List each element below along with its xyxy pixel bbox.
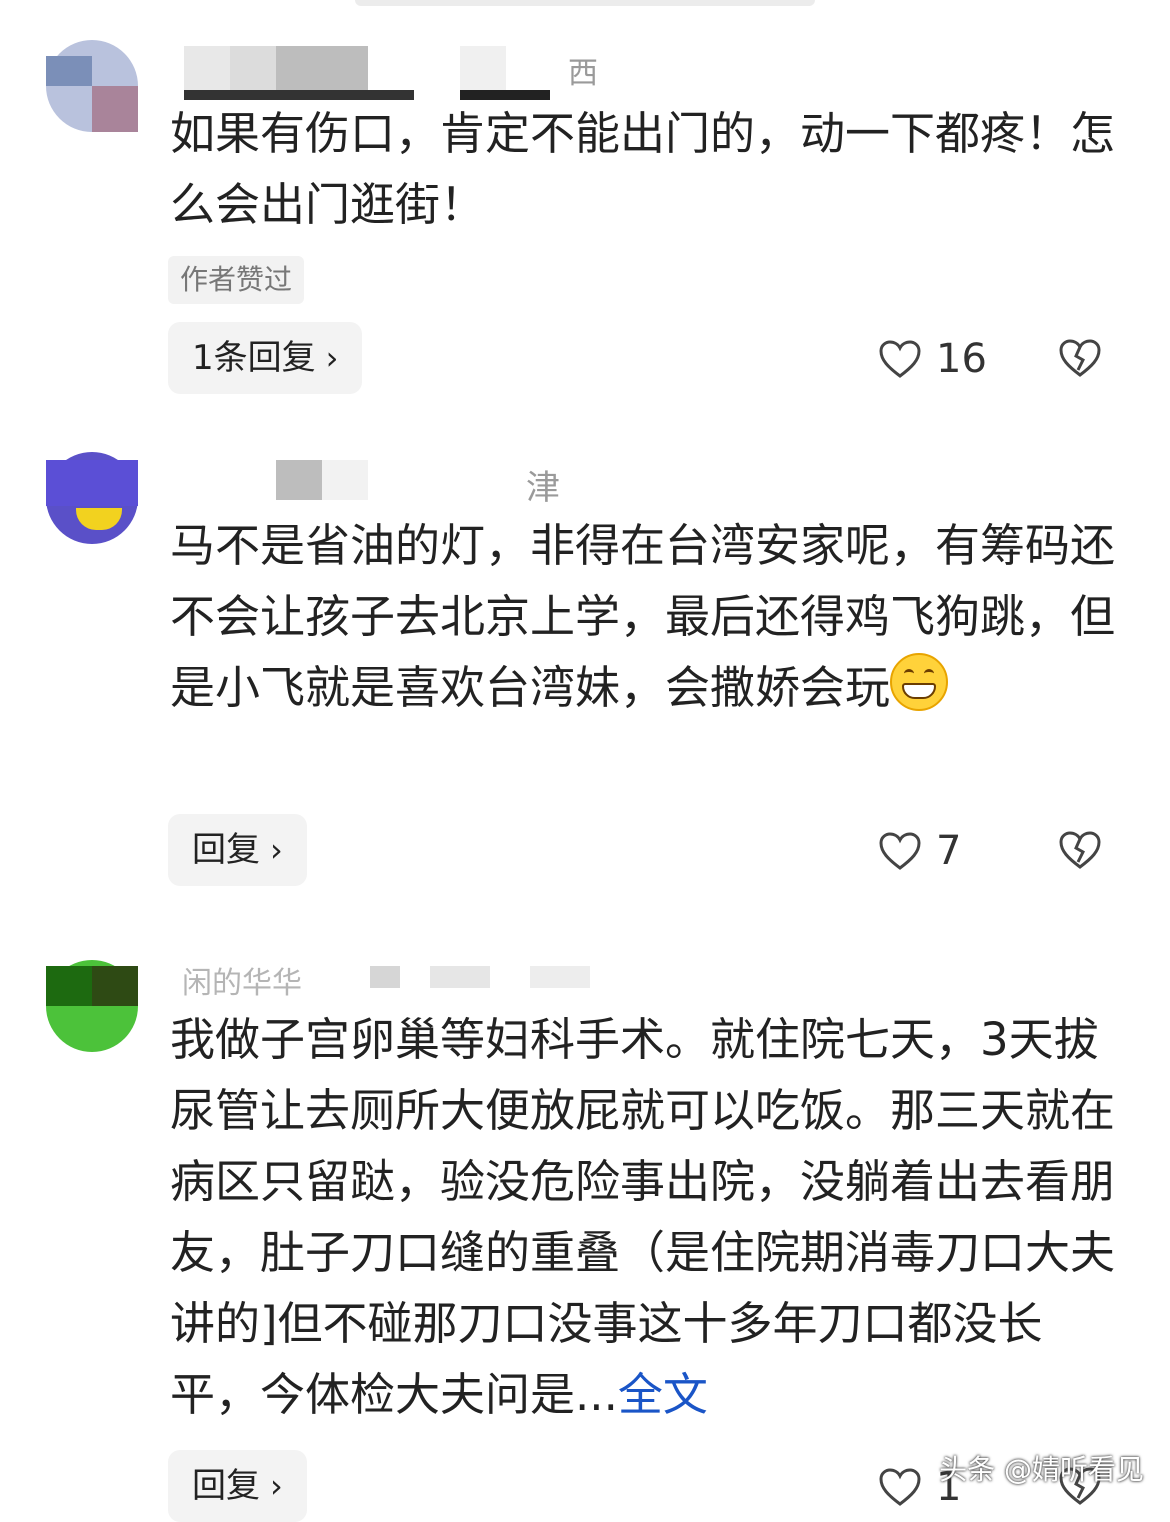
reply-label: 回复	[192, 830, 260, 870]
heart-outline-icon	[879, 1468, 921, 1506]
reply-button[interactable]: 回复 ›	[168, 1450, 307, 1522]
grinning-emoji-icon	[890, 653, 949, 711]
comment-text: 如果有伤口，肯定不能出门的，动一下都疼！怎么会出门逛街！	[170, 107, 1116, 231]
chevron-right-icon: ›	[325, 339, 339, 377]
like-button[interactable]: 16	[878, 334, 987, 384]
chevron-right-icon: ›	[270, 1467, 283, 1505]
username-visible-part: 津	[526, 468, 560, 508]
username[interactable]: 闲的华华	[170, 958, 630, 1001]
read-more-link[interactable]: 全文	[618, 1368, 708, 1421]
heart-outline-icon	[879, 340, 921, 378]
avatar[interactable]	[46, 452, 138, 544]
heart-outline-icon	[879, 832, 921, 870]
dislike-button[interactable]	[1058, 830, 1102, 874]
chevron-right-icon: ›	[270, 831, 283, 869]
avatar[interactable]	[46, 40, 138, 132]
like-count: 16	[936, 336, 987, 382]
comment-text: 我做子宫卵巢等妇科手术。就住院七天，3天拔尿管让去厕所大便放屁就可以吃饭。那三天…	[170, 1013, 1116, 1421]
author-liked-badge: 作者赞过	[168, 256, 305, 304]
broken-heart-icon	[1059, 831, 1101, 869]
broken-heart-icon	[1059, 339, 1101, 377]
username[interactable]: 津	[170, 460, 590, 508]
view-replies-button[interactable]: 1条回复 ›	[168, 322, 363, 394]
dislike-button[interactable]	[1058, 338, 1102, 382]
reply-label: 回复	[192, 1466, 260, 1506]
reply-label: 1条回复	[192, 338, 316, 378]
username-visible-part: 闲的华华	[182, 966, 302, 1001]
username-visible-part: 西	[568, 56, 598, 91]
like-button[interactable]: 7	[878, 826, 961, 876]
avatar[interactable]	[46, 960, 138, 1052]
top-scroll-indicator	[355, 0, 815, 6]
reply-button[interactable]: 回复 ›	[168, 814, 307, 886]
username[interactable]: 西	[170, 46, 610, 100]
like-count: 7	[936, 828, 962, 874]
watermark: 头条 @婧听看见	[939, 1453, 1144, 1486]
comment-text: 马不是省油的灯，非得在台湾安家呢，有筹码还不会让孩子去北京上学，最后还得鸡飞狗跳…	[170, 519, 1116, 714]
